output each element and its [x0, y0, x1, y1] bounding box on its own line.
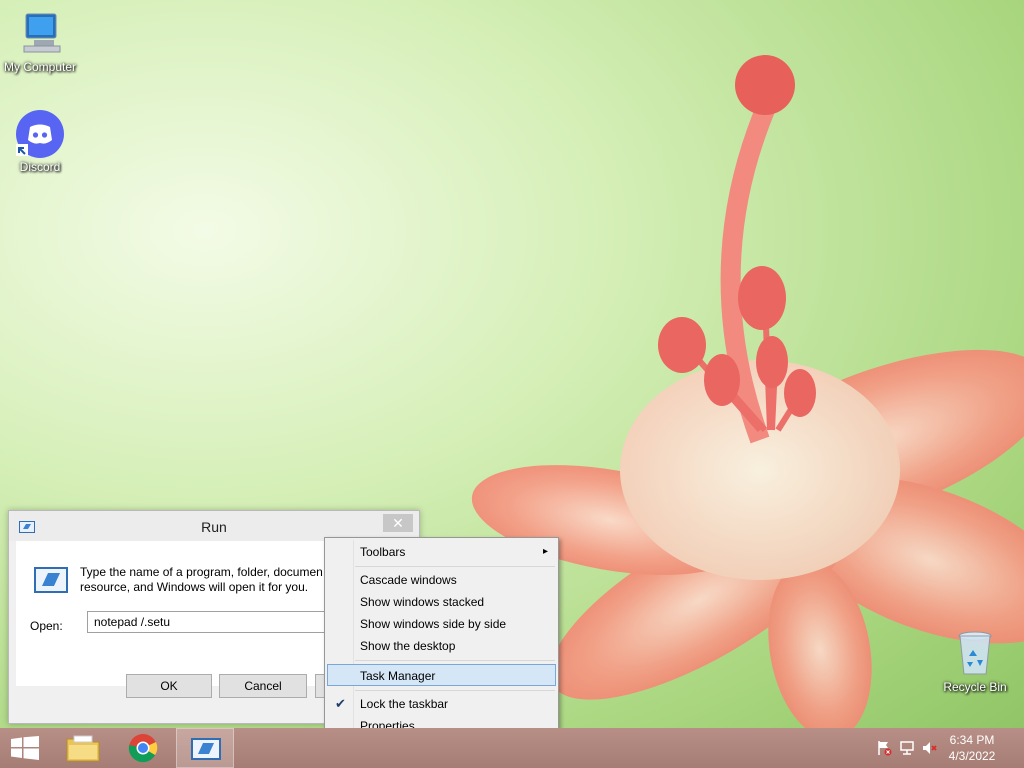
ok-button[interactable]: OK — [126, 674, 212, 698]
cancel-button[interactable]: Cancel — [219, 674, 307, 698]
desktop-icon-recycle-bin[interactable]: Recycle Bin — [935, 630, 1015, 694]
taskbar-context-menu: Toolbars ▸ Cascade windows Show windows … — [324, 537, 559, 742]
menu-item-toolbars[interactable]: Toolbars ▸ — [327, 541, 556, 563]
close-button[interactable]: ✕ — [383, 514, 413, 532]
menu-separator — [355, 566, 555, 567]
volume-muted-icon[interactable] — [922, 740, 938, 756]
discord-icon — [16, 110, 64, 158]
menu-item-label: Show the desktop — [360, 639, 456, 653]
desktop-icon-discord[interactable]: Discord — [0, 110, 80, 174]
action-center-flag-icon[interactable] — [876, 740, 892, 756]
menu-item-label: Task Manager — [360, 669, 436, 683]
run-open-input[interactable] — [87, 611, 337, 633]
clock-time: 6:34 PM — [949, 733, 995, 747]
close-icon: ✕ — [392, 515, 404, 531]
desktop-icon-label: Recycle Bin — [943, 680, 1007, 694]
menu-separator — [355, 690, 555, 691]
menu-item-label: Show windows side by side — [360, 617, 507, 631]
run-program-icon — [34, 567, 68, 598]
run-icon — [191, 738, 221, 760]
taskbar[interactable]: 6:34 PM 4/3/2022 — [0, 728, 1024, 768]
menu-item-task-manager[interactable]: Task Manager — [327, 664, 556, 686]
chrome-icon — [128, 734, 158, 763]
open-label: Open: — [30, 619, 63, 633]
menu-item-show-windows-side-by-side[interactable]: Show windows side by side — [327, 613, 556, 635]
clock-date: 4/3/2022 — [948, 749, 996, 763]
taskbar-clock[interactable]: 6:34 PM 4/3/2022 — [942, 732, 1002, 764]
menu-item-show-the-desktop[interactable]: Show the desktop — [327, 635, 556, 657]
taskbar-chrome[interactable] — [114, 728, 172, 768]
checkmark-icon: ✔ — [335, 696, 346, 711]
menu-item-label: Lock the taskbar — [360, 697, 449, 711]
menu-item-show-windows-stacked[interactable]: Show windows stacked — [327, 591, 556, 613]
menu-item-cascade-windows[interactable]: Cascade windows — [327, 569, 556, 591]
menu-item-label: Toolbars — [360, 545, 406, 559]
desktop-icon-label: My Computer — [3, 60, 77, 74]
menu-item-label: Show windows stacked — [360, 595, 485, 609]
windows-logo-icon — [11, 736, 39, 760]
taskbar-run-dialog[interactable] — [176, 728, 234, 768]
desktop-icon-my-computer[interactable]: My Computer — [0, 10, 80, 74]
computer-icon — [16, 10, 64, 58]
menu-item-label: Cascade windows — [360, 573, 457, 587]
recycle-bin-icon — [955, 630, 995, 678]
submenu-arrow-icon: ▸ — [542, 546, 548, 557]
run-title: Run — [201, 519, 227, 535]
desktop-icon-label: Discord — [19, 160, 61, 174]
taskbar-file-explorer[interactable] — [54, 728, 112, 768]
menu-item-lock-the-taskbar[interactable]: ✔ Lock the taskbar — [327, 693, 556, 715]
folder-icon — [66, 735, 100, 762]
start-button[interactable] — [0, 728, 50, 768]
menu-separator — [355, 660, 555, 661]
network-icon[interactable] — [899, 740, 915, 756]
